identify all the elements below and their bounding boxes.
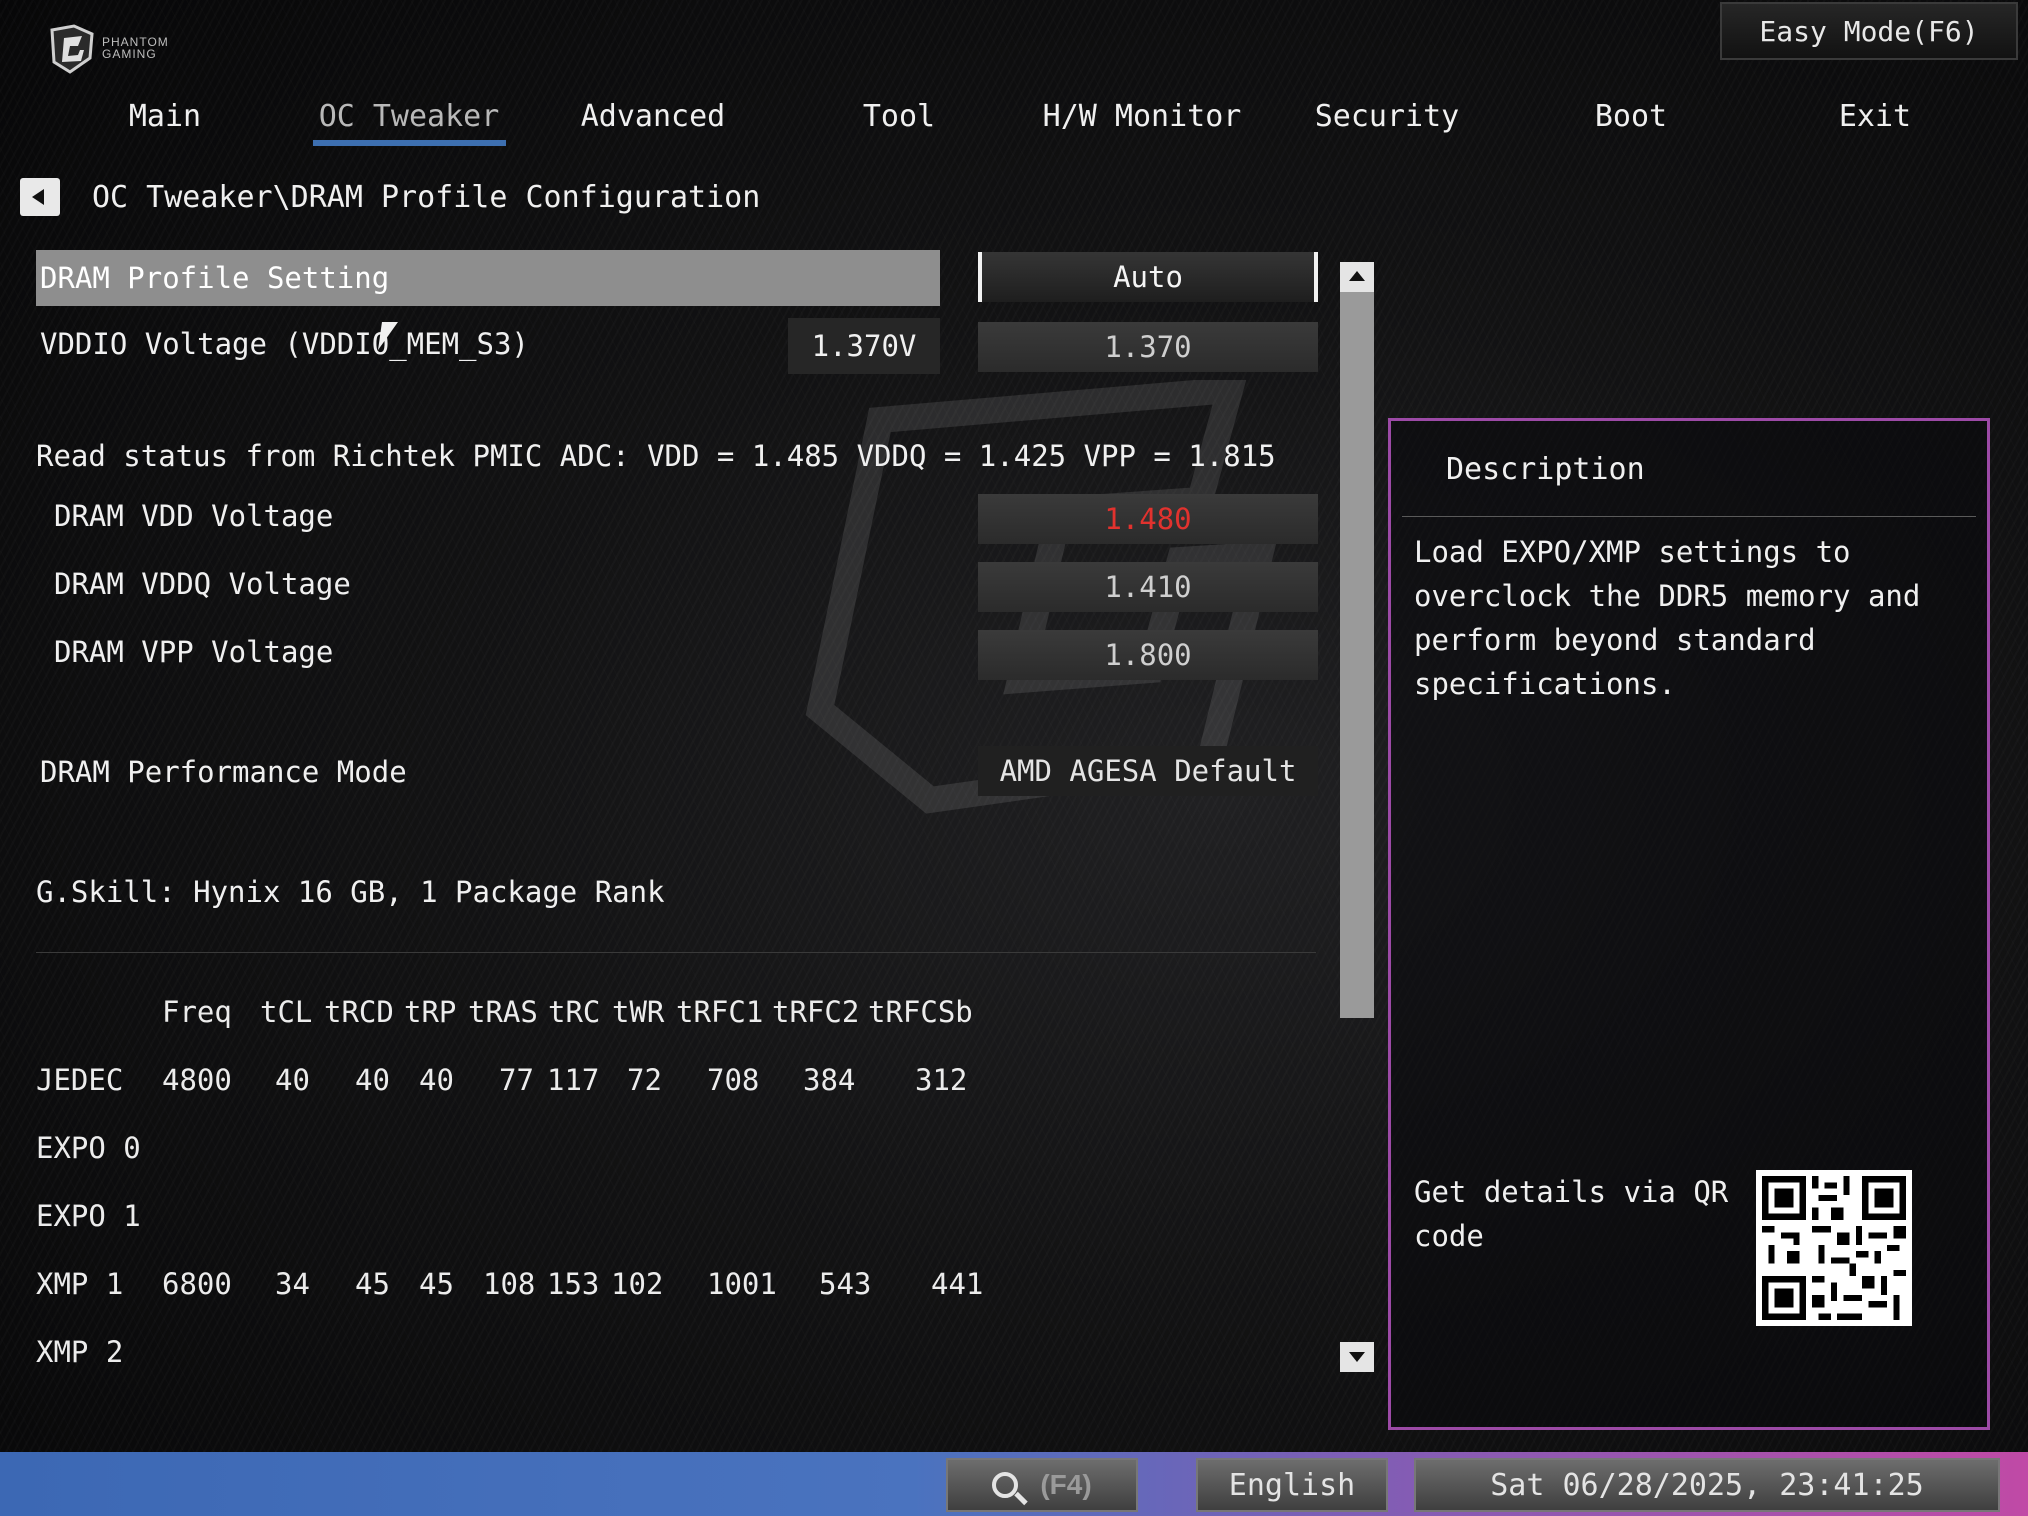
- easy-mode-button[interactable]: Easy Mode(F6): [1720, 2, 2018, 60]
- scroll-down-arrow-icon[interactable]: [1340, 1342, 1374, 1372]
- dram-profile-setting-row[interactable]: DRAM Profile Setting: [36, 250, 940, 306]
- timing-cell: 4800: [162, 1063, 232, 1097]
- dram-vpp-voltage-label: DRAM VPP Voltage: [54, 635, 334, 669]
- timing-row-expo-1: EXPO 1: [36, 1199, 141, 1233]
- vddio-voltage-input[interactable]: 1.370: [978, 322, 1318, 372]
- description-title: Description: [1446, 452, 1645, 487]
- timing-cell: 102: [611, 1267, 664, 1301]
- timing-cell: 108: [483, 1267, 536, 1301]
- timing-cell: 543: [819, 1267, 872, 1301]
- tab-advanced[interactable]: Advanced: [543, 88, 763, 144]
- timing-cell: 384: [803, 1063, 856, 1097]
- breadcrumb: OC Tweaker\DRAM Profile Configuration: [92, 180, 761, 215]
- timing-row-label: XMP 1: [36, 1267, 124, 1301]
- dram-profile-setting-label: DRAM Profile Setting: [40, 261, 390, 295]
- datetime-display: Sat 06/28/2025, 23:41:25: [1414, 1458, 2000, 1512]
- dram-performance-mode-label: DRAM Performance Mode: [40, 755, 407, 789]
- tab-boot[interactable]: Boot: [1521, 88, 1741, 144]
- timing-cell: 40: [275, 1063, 310, 1097]
- memory-module-info: G.Skill: Hynix 16 GB, 1 Package Rank: [36, 875, 665, 909]
- timing-row-expo-0: EXPO 0: [36, 1131, 141, 1165]
- dram-vddq-voltage-label: DRAM VDDQ Voltage: [54, 567, 351, 601]
- dram-vddq-voltage-input[interactable]: 1.410: [978, 562, 1318, 612]
- main-nav: Main OC Tweaker Advanced Tool H/W Monito…: [0, 88, 1930, 150]
- dram-performance-mode-value[interactable]: AMD AGESA Default: [978, 746, 1318, 796]
- timing-header: tRFCSb: [868, 995, 973, 1029]
- search-button[interactable]: (F4): [946, 1458, 1138, 1512]
- tab-tool[interactable]: Tool: [789, 88, 1009, 144]
- tab-hw-monitor[interactable]: H/W Monitor: [1032, 88, 1252, 144]
- dram-vdd-voltage-label: DRAM VDD Voltage: [54, 499, 334, 533]
- active-tab-indicator: [313, 140, 506, 146]
- scroll-up-arrow-icon[interactable]: [1340, 262, 1374, 292]
- tab-oc-tweaker[interactable]: OC Tweaker: [299, 88, 519, 144]
- dram-vdd-voltage-input[interactable]: 1.480: [978, 494, 1318, 544]
- brand-name: PHANTOM GAMING: [102, 36, 169, 60]
- tab-security[interactable]: Security: [1277, 88, 1497, 144]
- tab-exit[interactable]: Exit: [1765, 88, 1985, 144]
- dram-vpp-voltage-input[interactable]: 1.800: [978, 630, 1318, 680]
- qr-code-caption: Get details via QR code: [1414, 1175, 1729, 1253]
- timing-cell: 45: [419, 1267, 454, 1301]
- dram-profile-setting-value[interactable]: Auto: [978, 252, 1318, 302]
- timing-cell: 6800: [162, 1267, 232, 1301]
- search-shortcut-label: (F4): [1040, 1469, 1092, 1500]
- vddio-voltage-readout: 1.370V: [788, 318, 940, 374]
- timing-cell: 40: [355, 1063, 390, 1097]
- vddio-voltage-label: VDDIO Voltage (VDDIO_MEM_S3): [40, 327, 529, 361]
- timing-cell: 708: [707, 1063, 760, 1097]
- timing-cell: 77: [499, 1063, 534, 1097]
- timing-cell: 34: [275, 1267, 310, 1301]
- description-divider: [1402, 516, 1976, 517]
- timing-cell: 312: [915, 1063, 968, 1097]
- timing-header: tRFC1: [676, 995, 764, 1029]
- timing-cell: 45: [355, 1267, 390, 1301]
- tab-main[interactable]: Main: [55, 88, 275, 144]
- divider: [36, 952, 1316, 953]
- timing-cell: 1001: [707, 1267, 777, 1301]
- timing-cell: 40: [419, 1063, 454, 1097]
- timing-header: tWR: [612, 995, 665, 1029]
- timing-header: tCL: [260, 995, 313, 1029]
- timing-header: tRP: [404, 995, 457, 1029]
- timing-header: tRC: [548, 995, 601, 1029]
- timing-cell: 72: [627, 1063, 662, 1097]
- back-arrow-icon[interactable]: [20, 178, 60, 216]
- timing-cell: 441: [931, 1267, 984, 1301]
- timing-cell: 153: [547, 1267, 600, 1301]
- timing-cell: 117: [547, 1063, 600, 1097]
- timing-header: tRFC2: [772, 995, 860, 1029]
- timing-header: tRAS: [468, 995, 538, 1029]
- timing-header: tRCD: [324, 995, 394, 1029]
- timing-row-label: JEDEC: [36, 1063, 124, 1097]
- scrollbar-thumb[interactable]: [1340, 290, 1374, 1018]
- description-text: Load EXPO/XMP settings to overclock the …: [1414, 535, 1921, 701]
- timing-row-xmp-2: XMP 2: [36, 1335, 124, 1369]
- brand-line-2: GAMING: [102, 47, 157, 61]
- search-icon: [992, 1472, 1019, 1498]
- language-button[interactable]: English: [1196, 1458, 1388, 1512]
- qr-code: [1756, 1170, 1912, 1326]
- pmic-status-text: Read status from Richtek PMIC ADC: VDD =…: [36, 439, 1276, 473]
- timing-header: Freq: [162, 995, 232, 1029]
